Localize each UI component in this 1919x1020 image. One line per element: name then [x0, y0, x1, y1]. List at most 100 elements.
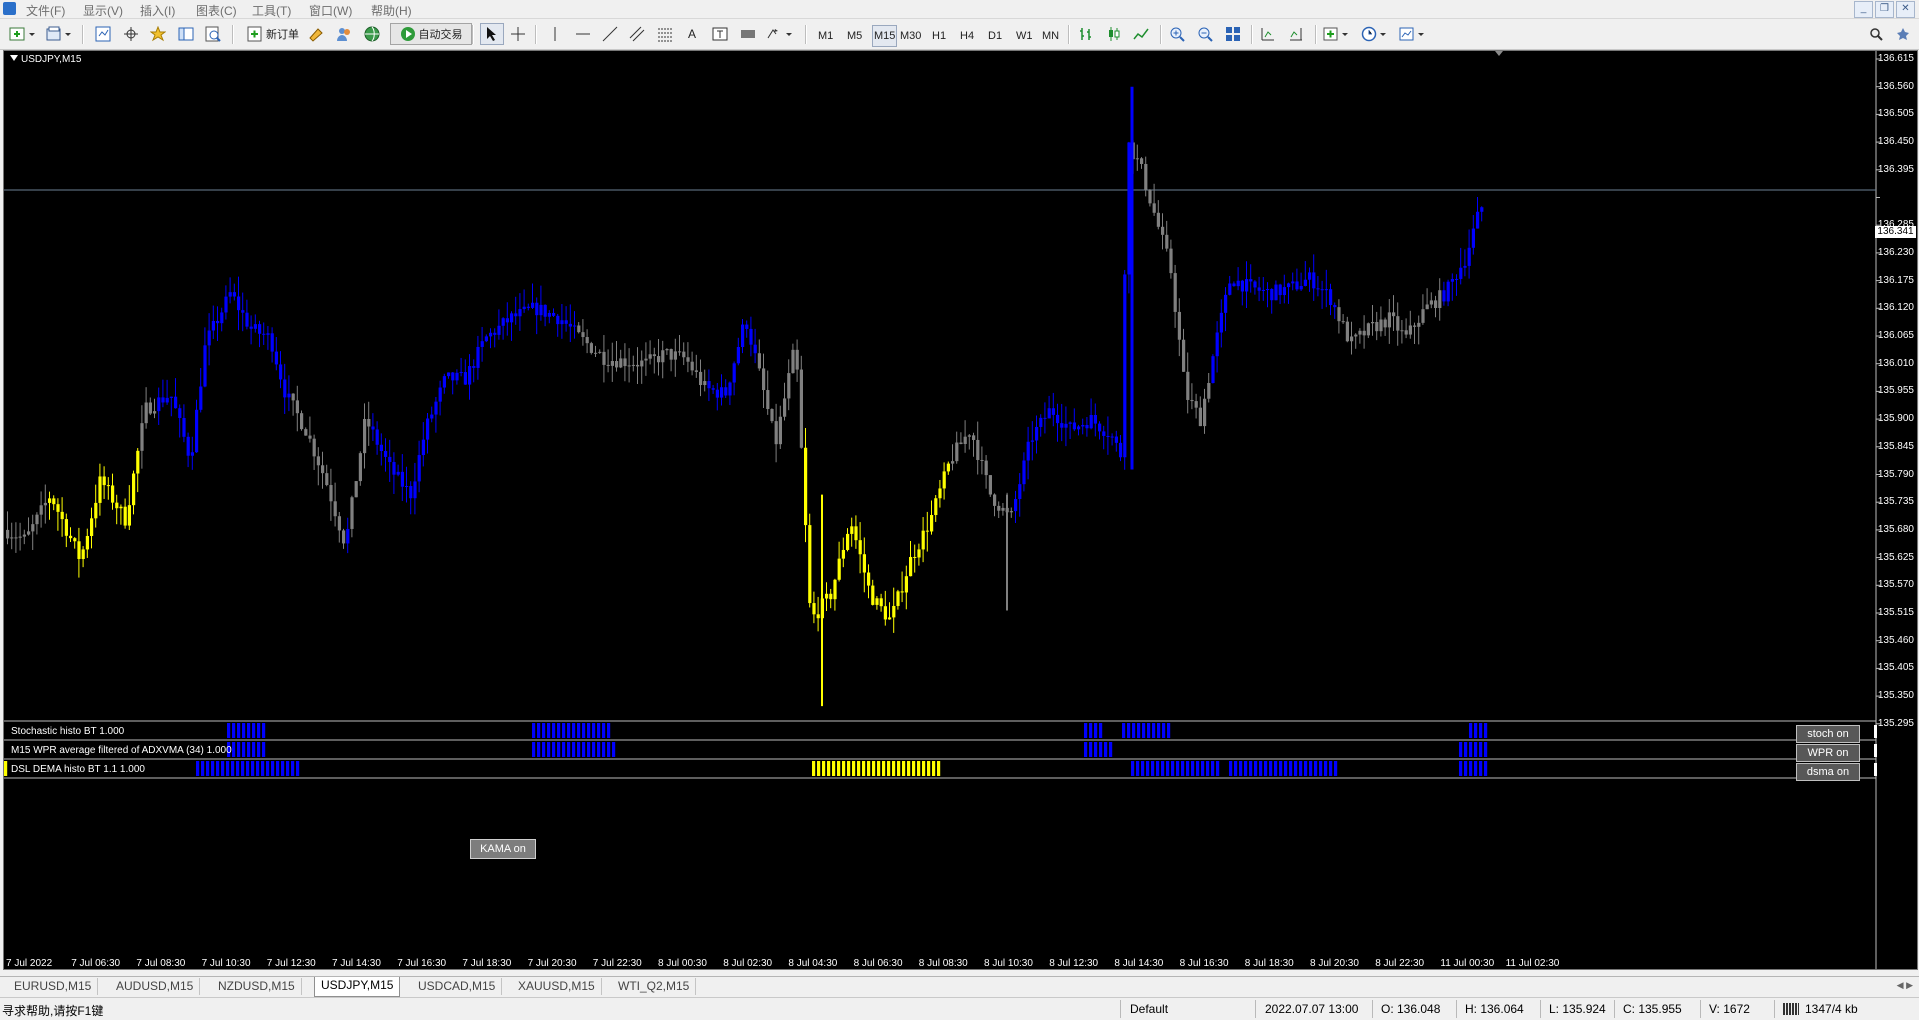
price-axis-label: 136.010	[1877, 357, 1914, 369]
metaeditor-button[interactable]	[306, 24, 326, 44]
candle-body	[1337, 307, 1341, 322]
candlestick-button[interactable]	[1104, 24, 1124, 44]
menu-insert[interactable]: 插入(I)	[140, 2, 175, 19]
horizontal-line-button[interactable]	[573, 24, 593, 44]
new-order-button[interactable]: 新订单	[240, 24, 306, 44]
time-axis-label: 11 Jul 02:30	[1505, 958, 1560, 969]
candle-body	[602, 351, 606, 365]
chart-canvas[interactable]	[4, 51, 1917, 969]
dsl-histo-bar	[251, 761, 255, 776]
kama-toggle-button[interactable]: KAMA on	[470, 839, 536, 859]
market-button[interactable]	[362, 24, 382, 44]
tab-usdcad[interactable]: USDCAD,M15	[412, 978, 503, 995]
candle-body	[241, 310, 245, 313]
timeframe-m15[interactable]: M15	[872, 25, 898, 47]
window-controls: _ ❐ ✕	[1854, 1, 1915, 18]
cursor-tool-button[interactable]	[480, 23, 504, 45]
status-divider	[1120, 1000, 1121, 1018]
tab-scroll-arrows-icon[interactable]: ◀ ▶	[1897, 980, 1913, 991]
navigator-star-icon	[150, 26, 166, 42]
vertical-line-button[interactable]	[545, 24, 565, 44]
stoch-toggle-button[interactable]: stoch on	[1796, 725, 1860, 743]
text-label-button[interactable]	[710, 24, 730, 44]
candle-body	[682, 351, 686, 358]
candle-body	[867, 572, 871, 586]
bar-chart-button[interactable]	[1076, 24, 1096, 44]
line-chart-button[interactable]	[1131, 24, 1151, 44]
stochastic-histo-bar	[562, 723, 566, 738]
shapes-button[interactable]	[738, 24, 758, 44]
candle-body	[505, 318, 509, 323]
timeframe-h4[interactable]: H4	[960, 26, 974, 46]
menu-file[interactable]: 文件(F)	[26, 2, 65, 19]
restore-button[interactable]: ❐	[1875, 1, 1894, 18]
status-high: H: 136.064	[1465, 1002, 1524, 1016]
dsl-histo-bar	[907, 761, 911, 776]
time-axis-label: 7 Jul 08:30	[136, 958, 186, 969]
tab-nzdusd[interactable]: NZDUSD,M15	[212, 978, 302, 995]
navigator-button[interactable]	[148, 24, 168, 44]
wpr-toggle-button[interactable]: WPR on	[1796, 744, 1860, 762]
text-tool-button[interactable]: A	[682, 24, 702, 44]
arrows-dropdown-button[interactable]	[765, 24, 795, 44]
data-window-button[interactable]	[121, 24, 141, 44]
zoom-in-button[interactable]	[1167, 24, 1187, 44]
minimize-button[interactable]: _	[1854, 1, 1873, 18]
price-axis-label: 136.230	[1877, 246, 1914, 258]
tab-xauusd[interactable]: XAUUSD,M15	[512, 978, 602, 995]
new-chart-button[interactable]	[8, 24, 38, 44]
channel-button[interactable]	[627, 24, 647, 44]
crosshair-tool-button[interactable]	[508, 24, 528, 44]
candle-body	[627, 365, 631, 367]
periods-button[interactable]	[1360, 24, 1390, 44]
trendline-button[interactable]	[600, 24, 620, 44]
search-icon[interactable]	[1869, 27, 1883, 44]
strategy-tester-button[interactable]	[203, 24, 223, 44]
stochastic-histo-bar	[1122, 723, 1126, 738]
menu-help[interactable]: 帮助(H)	[371, 2, 412, 19]
chart-window[interactable]: USDJPY,M15 136.615 136.560 136.505 136.450 1…	[3, 50, 1918, 970]
zoom-out-button[interactable]	[1195, 24, 1215, 44]
candle-body	[652, 354, 656, 357]
auto-scroll-button[interactable]	[1286, 24, 1306, 44]
timeframe-w1[interactable]: W1	[1016, 26, 1033, 46]
timeframe-m1[interactable]: M1	[818, 26, 833, 46]
close-button[interactable]: ✕	[1896, 1, 1915, 18]
terminal-button[interactable]	[176, 24, 196, 44]
profiles-button[interactable]	[45, 24, 75, 44]
fibonacci-button[interactable]	[655, 24, 675, 44]
tile-windows-button[interactable]	[1223, 24, 1243, 44]
timeframe-d1[interactable]: D1	[988, 26, 1002, 46]
timeframe-m30[interactable]: M30	[900, 26, 921, 46]
community-icon[interactable]	[1895, 27, 1911, 44]
menu-charts[interactable]: 图表(C)	[196, 2, 237, 19]
tab-audusd[interactable]: AUDUSD,M15	[110, 978, 201, 995]
timeframe-h1[interactable]: H1	[932, 26, 946, 46]
chart-shift-button[interactable]	[1258, 24, 1278, 44]
time-axis-label: 7 Jul 18:30	[462, 958, 512, 969]
candle-body	[211, 320, 215, 331]
wpr-histo-bar	[572, 742, 576, 757]
indicators-button[interactable]	[1322, 24, 1352, 44]
signals-button[interactable]	[334, 24, 354, 44]
menu-window[interactable]: 窗口(W)	[309, 2, 352, 19]
tab-usdjpy[interactable]: USDJPY,M15	[314, 977, 401, 997]
tab-wti[interactable]: WTI_Q2,M15	[612, 978, 697, 995]
dsma-toggle-button[interactable]: dsma on	[1796, 763, 1860, 781]
dsl-histo-bar	[291, 761, 295, 776]
candle-body	[1291, 281, 1295, 284]
dsl-histo-bar	[266, 761, 270, 776]
candle-body	[6, 529, 10, 539]
templates-button[interactable]	[1398, 24, 1428, 44]
market-watch-button[interactable]	[93, 24, 113, 44]
timeframe-m5[interactable]: M5	[847, 26, 862, 46]
auto-trading-button[interactable]: 自动交易	[390, 23, 472, 45]
stochastic-histo-bar	[532, 723, 536, 738]
dsl-histo-bar	[867, 761, 871, 776]
menu-view[interactable]: 显示(V)	[83, 2, 123, 19]
candle-body	[1383, 319, 1387, 328]
candle-body	[1043, 417, 1047, 419]
tab-eurusd[interactable]: EURUSD,M15	[8, 978, 99, 995]
timeframe-mn[interactable]: MN	[1042, 26, 1059, 46]
menu-tools[interactable]: 工具(T)	[252, 2, 291, 19]
